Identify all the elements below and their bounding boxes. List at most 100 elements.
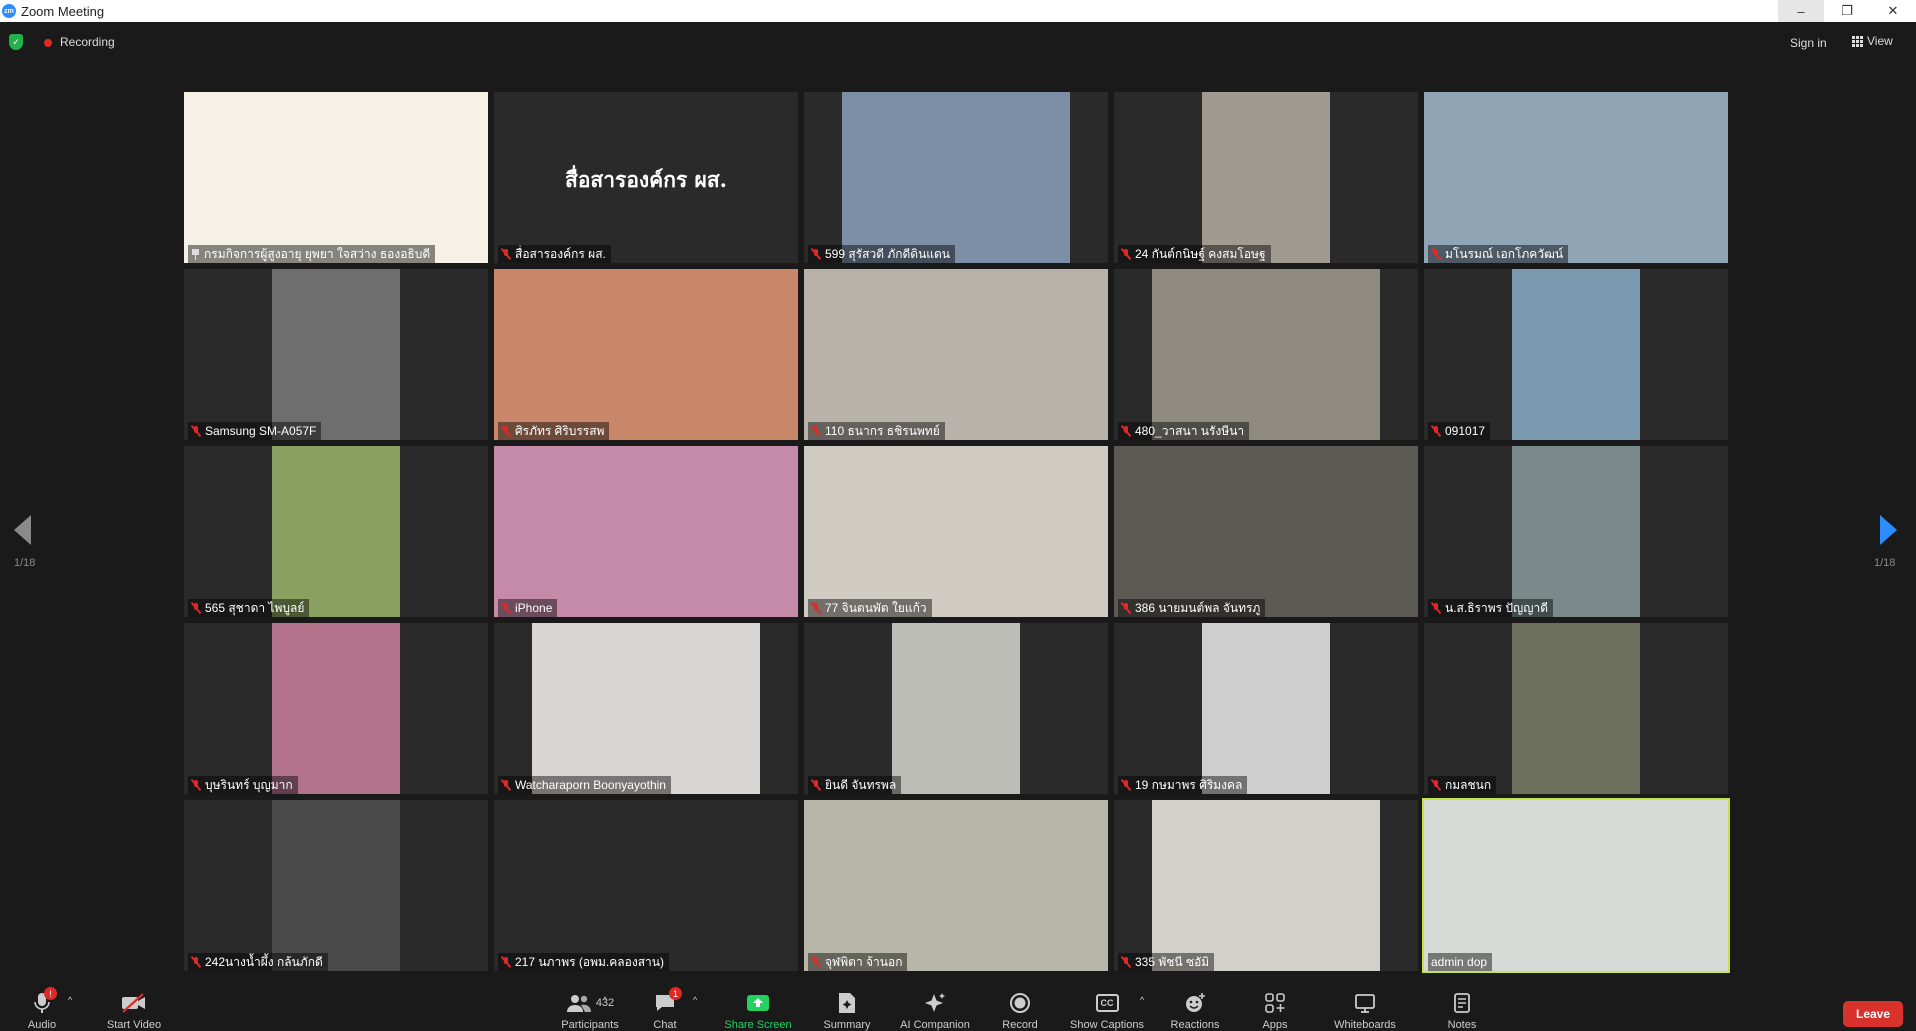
participant-name-label: สื่อสารองค์กร ผส. [498, 245, 611, 263]
participant-video-tile[interactable]: admin dop [1422, 798, 1730, 973]
share-screen-button[interactable]: Share Screen [720, 985, 796, 1031]
participant-name-label: 110 ธนากร ธชิรนพทย์ [808, 422, 945, 440]
participant-video-tile[interactable]: 480_วาสนา นรังษีนา [1114, 269, 1418, 440]
ai-companion-label: AI Companion [900, 1019, 970, 1031]
participant-video-tile[interactable]: กรมกิจการผู้สูงอายุ ยุพยา ใจสว่าง ธองอธิ… [184, 92, 488, 263]
chat-options-caret-icon[interactable]: ^ [693, 995, 697, 1005]
participant-name: 19 กษมาพร ศิริมงคล [1135, 777, 1243, 792]
participant-video-tile[interactable]: น.ส.ธิราพร ปัญญาดี [1424, 446, 1728, 617]
chat-label: Chat [653, 1019, 677, 1031]
start-video-button[interactable]: Start Video [102, 985, 166, 1031]
participants-label: Participants [561, 1019, 619, 1031]
participant-name-label: กรมกิจการผู้สูงอายุ ยุพยา ใจสว่าง ธองอธิ… [188, 245, 436, 263]
participant-name: 599 สุรัสวดี ภักดีดินแดน [825, 246, 951, 261]
participant-name-label: admin dop [1428, 953, 1493, 971]
mic-muted-icon [1431, 425, 1441, 437]
participant-name: ยินดี จันทรพล [825, 777, 897, 792]
participant-video-tile[interactable]: 19 กษมาพร ศิริมงคล [1114, 623, 1418, 794]
participant-name-label: iPhone [498, 599, 558, 617]
participant-video-tile[interactable]: 335 พัชนี ซอัมิ [1114, 800, 1418, 971]
participant-video-feed [1512, 446, 1640, 617]
participant-name-label: กมลชนก [1428, 776, 1497, 794]
participants-options-caret-icon[interactable]: ^ [603, 995, 607, 1005]
participant-video-feed [494, 800, 798, 971]
participant-name-label: 335 พัชนี ซอัมิ [1118, 953, 1215, 971]
participant-name-label: 599 สุรัสวดี ภักดีดินแดน [808, 245, 956, 263]
apps-label: Apps [1262, 1019, 1288, 1031]
participant-name: 110 ธนากร ธชิรนพทย์ [825, 423, 940, 438]
apps-button[interactable]: Apps [1260, 985, 1290, 1031]
participant-video-tile[interactable]: 77 จินตนพัต ใยแก้ว [804, 446, 1108, 617]
participant-video-tile[interactable]: 242นางน้ำผึ้ง กล้นภักดี [184, 800, 488, 971]
participant-video-tile[interactable]: 110 ธนากร ธชิรนพทย์ [804, 269, 1108, 440]
participant-video-feed [1512, 623, 1640, 794]
participant-video-feed [892, 623, 1020, 794]
participant-video-tile[interactable]: จุฬพิตา จ้านอก [804, 800, 1108, 971]
show-captions-button[interactable]: CC Show Captions [1064, 985, 1150, 1031]
participant-video-tile[interactable]: ศิรภัทร ศิริบรรสพ [494, 269, 798, 440]
participant-name: Watcharaporn Boonyayothin [515, 778, 666, 792]
participant-name-label: 565 สุชาดา ไพบูลย์ [188, 599, 310, 617]
meeting-toolbar: ! Audio ^ Start Video 432 Participants ^… [0, 985, 1916, 1031]
participant-name-label: Samsung SM-A057F [188, 422, 322, 440]
leave-button[interactable]: Leave [1843, 1001, 1903, 1027]
participant-video-tile[interactable]: Watcharaporn Boonyayothin [494, 623, 798, 794]
record-label: Record [1002, 1019, 1038, 1031]
whiteboards-label: Whiteboards [1334, 1019, 1396, 1031]
participant-video-tile[interactable]: Samsung SM-A057F [184, 269, 488, 440]
mic-muted-icon [811, 602, 821, 614]
mic-muted-icon [501, 779, 511, 791]
mic-muted-icon [191, 779, 201, 791]
participant-name-label: 77 จินตนพัต ใยแก้ว [808, 599, 932, 617]
mic-muted-icon [811, 425, 821, 437]
participant-name-label: มโนรมณ์ เอกโภควัฒน์ [1428, 245, 1569, 263]
chat-button[interactable]: 1 Chat [648, 985, 682, 1031]
participant-video-tile[interactable]: 091017 [1424, 269, 1728, 440]
record-button[interactable]: Record [996, 985, 1044, 1031]
participant-video-tile[interactable]: สื่อสารองค์กร ผส. สื่อสารองค์กร ผส. [494, 92, 798, 263]
captions-options-caret-icon[interactable]: ^ [1140, 995, 1144, 1005]
participant-video-tile[interactable]: 217 นภาพร (อพม.คลองสาน) [494, 800, 798, 971]
participant-video-tile[interactable]: 386 นายมนต์พล จันทรภู [1114, 446, 1418, 617]
participant-video-feed [494, 269, 798, 440]
mic-muted-icon [191, 602, 201, 614]
participant-name: Samsung SM-A057F [205, 424, 317, 438]
participant-video-feed [272, 446, 400, 617]
ai-companion-button[interactable]: AI Companion [890, 985, 980, 1031]
audio-button[interactable]: ! Audio [24, 985, 60, 1031]
participant-name: กรมกิจการผู้สูงอายุ ยุพยา ใจสว่าง ธองอธิ… [204, 246, 431, 261]
reactions-button[interactable]: Reactions [1166, 985, 1224, 1031]
participant-video-tile[interactable]: กมลชนก [1424, 623, 1728, 794]
participant-name: 242นางน้ำผึ้ง กล้นภักดี [205, 954, 323, 969]
participant-name: admin dop [1431, 955, 1488, 969]
participant-video-tile[interactable]: บุษรินทร์ บุญมาก [184, 623, 488, 794]
notes-button[interactable]: Notes [1444, 985, 1480, 1031]
participant-name-label: ยินดี จันทรพล [808, 776, 902, 794]
participant-video-tile[interactable]: มโนรมณ์ เอกโภควัฒน์ [1424, 92, 1728, 263]
start-video-label: Start Video [106, 1019, 162, 1031]
participant-video-tile[interactable]: 24 กันต์กนิษฐ์ คงสมโอษฐ [1114, 92, 1418, 263]
video-gallery: กรมกิจการผู้สูงอายุ ยุพยา ใจสว่าง ธองอธิ… [0, 0, 1916, 1031]
summary-button[interactable]: Summary [818, 985, 876, 1031]
participant-video-tile[interactable]: ยินดี จันทรพล [804, 623, 1108, 794]
participant-video-tile[interactable]: 599 สุรัสวดี ภักดีดินแดน [804, 92, 1108, 263]
participant-name-label: Watcharaporn Boonyayothin [498, 776, 671, 794]
participant-name: 335 พัชนี ซอัมิ [1135, 954, 1210, 969]
reaction-smiley-icon [1184, 991, 1206, 1014]
apps-icon [1264, 991, 1286, 1014]
summary-document-icon [838, 991, 856, 1014]
participant-video-feed [842, 92, 1070, 263]
participants-button[interactable]: 432 Participants [548, 985, 632, 1031]
participant-video-tile[interactable]: iPhone [494, 446, 798, 617]
participant-name: 091017 [1445, 424, 1486, 438]
mic-muted-icon [1121, 779, 1131, 791]
participant-video-tile[interactable]: 565 สุชาดา ไพบูลย์ [184, 446, 488, 617]
show-captions-label: Show Captions [1070, 1019, 1144, 1031]
participant-name-label: บุษรินทร์ บุญมาก [188, 776, 298, 794]
mic-muted-icon [1121, 425, 1131, 437]
audio-warning-badge: ! [44, 987, 57, 1000]
mic-muted-icon [1431, 779, 1441, 791]
chat-unread-badge: 1 [669, 987, 682, 1000]
whiteboards-button[interactable]: Whiteboards [1326, 985, 1404, 1031]
audio-options-caret-icon[interactable]: ^ [68, 995, 72, 1005]
